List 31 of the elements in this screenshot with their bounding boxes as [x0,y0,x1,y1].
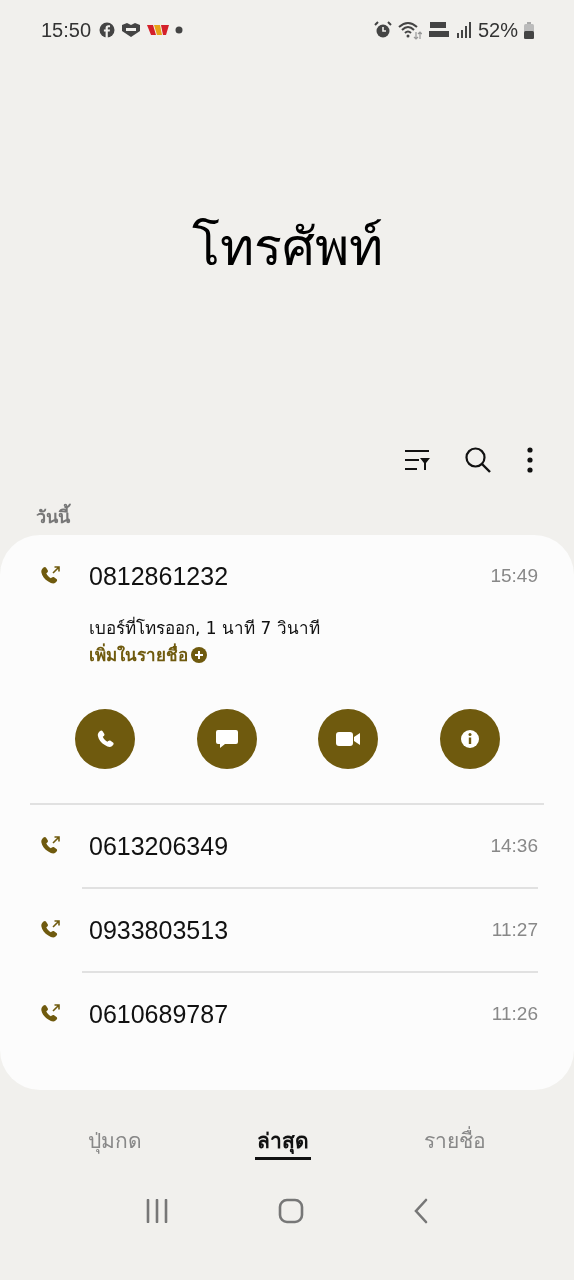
add-to-contacts-link[interactable]: เพิ่มในรายชื่อ [89,641,207,669]
recent-apps-icon [144,1199,169,1223]
search-icon [464,446,492,474]
status-time: 15:50 [41,18,92,42]
plus-icon [191,647,207,663]
home-icon [278,1198,304,1224]
call-time: 15:49 [490,565,538,587]
alarm-icon [373,21,392,39]
call-time: 11:27 [491,919,538,941]
notification-icon [99,22,116,38]
phone-number: 0610689787 [89,999,230,1029]
back-icon [413,1198,430,1224]
tab[interactable]: ล่าสุด [255,1120,311,1160]
phone-number: 0933803513 [89,915,230,945]
call-time: 11:26 [491,1003,538,1025]
app-title: โทรศัพท์ [191,216,383,279]
call-button[interactable] [75,709,135,769]
notification-icon [147,23,170,37]
battery-icon [524,21,534,39]
more-options-icon [526,447,534,473]
filter-icon [404,449,430,471]
heart-icon [121,22,142,38]
call-details: เบอร์ที่โทรออก, 1 นาที 7 วินาที [89,615,321,640]
phone-number: 0812861232 [89,561,230,591]
phone-number: 0613206349 [89,831,230,861]
wifi-icon [397,20,422,40]
dot-icon [175,26,184,34]
call-time: 14:36 [490,835,538,857]
signal-icon [455,21,472,39]
section-header: วันนี้ [0,490,70,534]
battery-percentage: 52% [477,18,518,42]
